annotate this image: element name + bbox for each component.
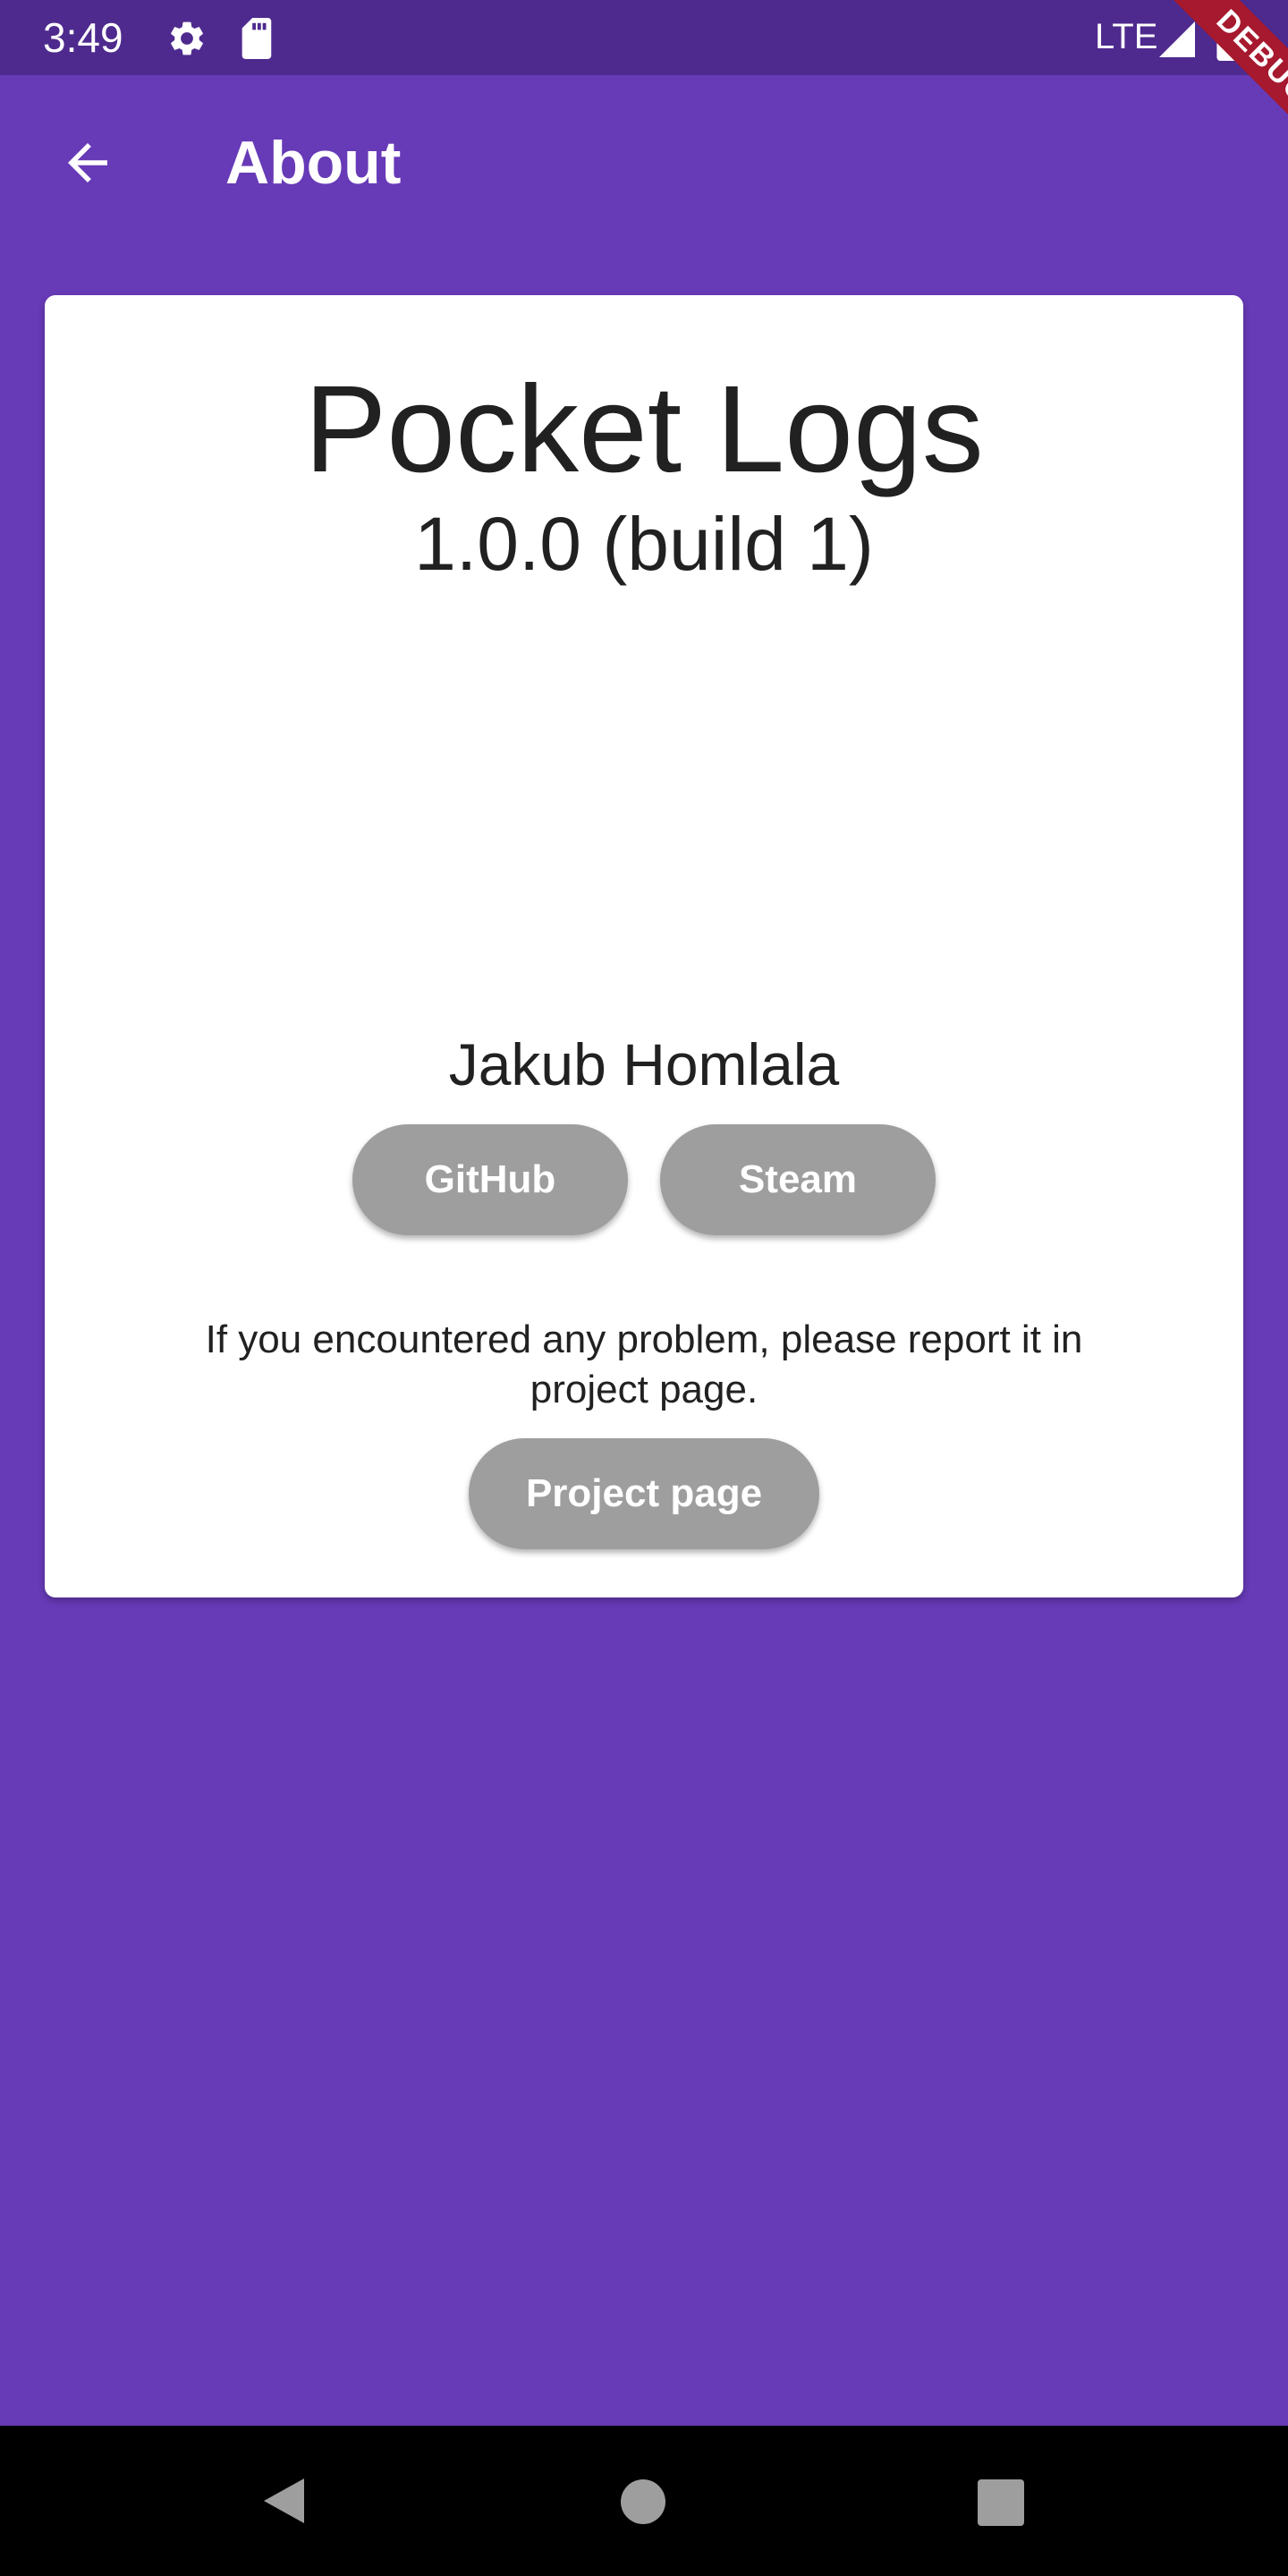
system-nav-bar: [0, 2426, 1288, 2576]
network-type-label: LTE: [1095, 17, 1158, 56]
recents-square-icon[interactable]: [978, 2479, 1024, 2526]
home-circle-icon[interactable]: [621, 2479, 665, 2524]
sd-card-icon: [242, 18, 272, 59]
back-button[interactable]: [38, 113, 138, 213]
report-problem-text: If you encountered any problem, please r…: [205, 1318, 1083, 1411]
back-triangle-icon[interactable]: [259, 2474, 313, 2528]
github-button[interactable]: GitHub: [352, 1124, 628, 1235]
project-page-button[interactable]: Project page: [469, 1438, 819, 1549]
signal-icon: [1159, 21, 1195, 57]
app-name: Pocket Logs: [304, 360, 984, 498]
battery-icon: [1216, 16, 1243, 61]
steam-button[interactable]: Steam: [660, 1124, 936, 1235]
about-card: Pocket Logs 1.0.0 (build 1) Jakub Homlal…: [45, 295, 1243, 1597]
app-bar: About: [0, 75, 1288, 250]
status-bar: 3:49 LTE: [0, 0, 1288, 75]
gear-icon: [171, 21, 203, 55]
page-title: About: [225, 129, 402, 197]
app-version: 1.0.0 (build 1): [414, 502, 874, 586]
arrow-back-icon: [68, 143, 107, 182]
status-time: 3:49: [43, 14, 123, 61]
author-name: Jakub Homlala: [448, 1031, 840, 1097]
